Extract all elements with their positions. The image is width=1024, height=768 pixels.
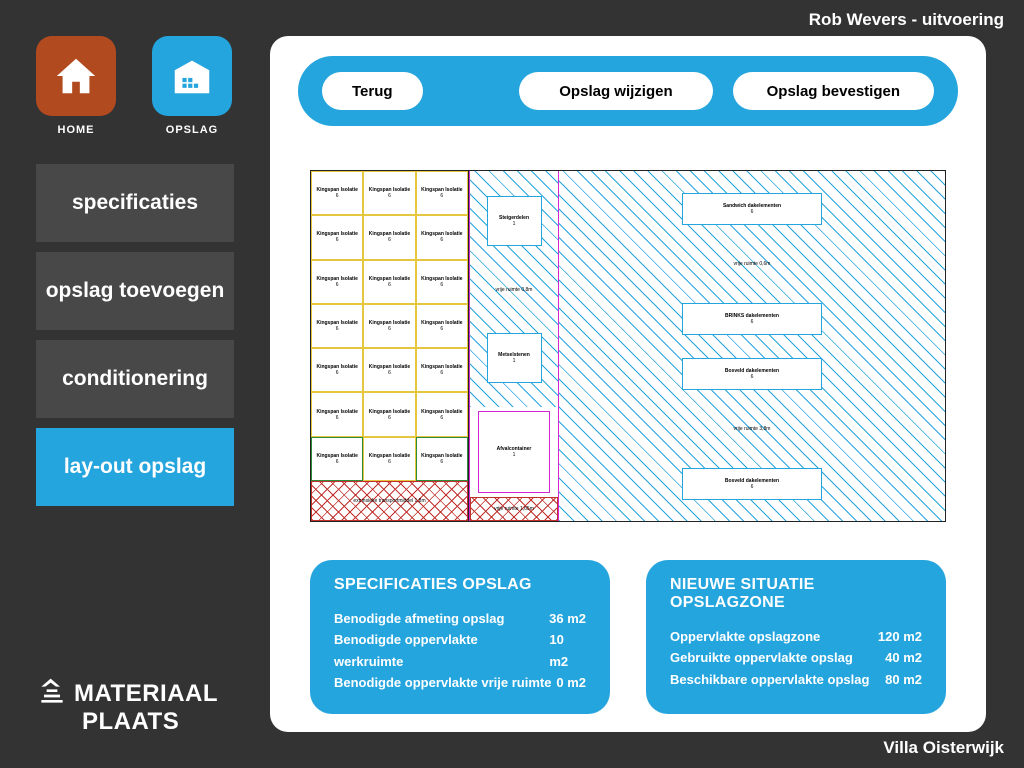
modify-storage-button[interactable]: Opslag wijzigen (519, 72, 712, 110)
diagram-grid-left: Kingspan Isolatie6 Kingspan Isolatie6 Ki… (311, 171, 469, 521)
zone-value: 80 m2 (885, 669, 922, 690)
card-specifications: SPECIFICATIES OPSLAG Benodigde afmeting … (310, 560, 610, 714)
spec-label: Benodigde oppervlakte vrije ruimte (334, 672, 551, 693)
warehouse-icon (152, 36, 232, 116)
main-panel: Terug Opslag wijzigen Opslag bevestigen … (270, 36, 986, 732)
left-column: HOME OPSLAG specificaties opslag toevoeg… (36, 36, 234, 516)
diagram-column-right: Sandwich dakelementen6 vrije ruimte 0,6m… (559, 171, 945, 521)
action-bar: Terug Opslag wijzigen Opslag bevestigen (298, 56, 958, 126)
card-title: SPECIFICATIES OPSLAG (334, 576, 586, 594)
sidebar-item-label: lay-out opslag (64, 455, 206, 479)
header-user: Rob Wevers - uitvoering (809, 10, 1004, 30)
card-title: NIEUWE SITUATIE OPSLAGZONE (670, 576, 922, 612)
nav-opslag-label: OPSLAG (152, 124, 232, 136)
card-new-situation: NIEUWE SITUATIE OPSLAGZONE Oppervlakte o… (646, 560, 946, 714)
sidebar-item-layout-opslag[interactable]: lay-out opslag (36, 428, 234, 506)
sidebar-item-label: specificaties (72, 191, 198, 215)
confirm-storage-button[interactable]: Opslag bevestigen (733, 72, 934, 110)
back-button[interactable]: Terug (322, 72, 423, 110)
crane-icon (36, 676, 68, 708)
zone-value: 120 m2 (878, 626, 922, 647)
top-icons: HOME OPSLAG (36, 36, 234, 136)
info-cards: SPECIFICATIES OPSLAG Benodigde afmeting … (310, 560, 946, 714)
brand-logo: MATERIAAL PLAATS (36, 676, 234, 736)
sidebar-item-conditionering[interactable]: conditionering (36, 340, 234, 418)
spec-value: 36 m2 (549, 608, 586, 629)
brand-line2: PLAATS (82, 708, 234, 736)
diagram-transport-row: extrinsieke transportmiddel 1,8m (311, 481, 468, 521)
spec-value: 10 m2 (549, 629, 586, 672)
nav-home-label: HOME (36, 124, 116, 136)
spec-label: Benodigde afmeting opslag (334, 608, 504, 629)
layout-diagram: Kingspan Isolatie6 Kingspan Isolatie6 Ki… (310, 170, 946, 522)
sidebar-item-specificaties[interactable]: specificaties (36, 164, 234, 242)
spec-value: 0 m2 (556, 672, 586, 693)
zone-label: Oppervlakte opslagzone (670, 626, 820, 647)
zone-label: Gebruikte oppervlakte opslag (670, 647, 853, 668)
sidebar-item-label: conditionering (62, 367, 208, 391)
zone-value: 40 m2 (885, 647, 922, 668)
footer-project: Villa Oisterwijk (883, 738, 1004, 758)
sidebar-item-label: opslag toevoegen (46, 279, 225, 303)
sidebar-item-opslag-toevoegen[interactable]: opslag toevoegen (36, 252, 234, 330)
spec-label: Benodigde oppervlakte werkruimte (334, 629, 549, 672)
nav-home[interactable]: HOME (36, 36, 116, 136)
diagram-column-mid: Steigerdelen1 vrije ruimte 0,8m Metselst… (469, 171, 559, 521)
home-icon (36, 36, 116, 116)
nav-opslag[interactable]: OPSLAG (152, 36, 232, 136)
zone-label: Beschikbare oppervlakte opslag (670, 669, 869, 690)
brand-line1: MATERIAAL (74, 680, 218, 708)
